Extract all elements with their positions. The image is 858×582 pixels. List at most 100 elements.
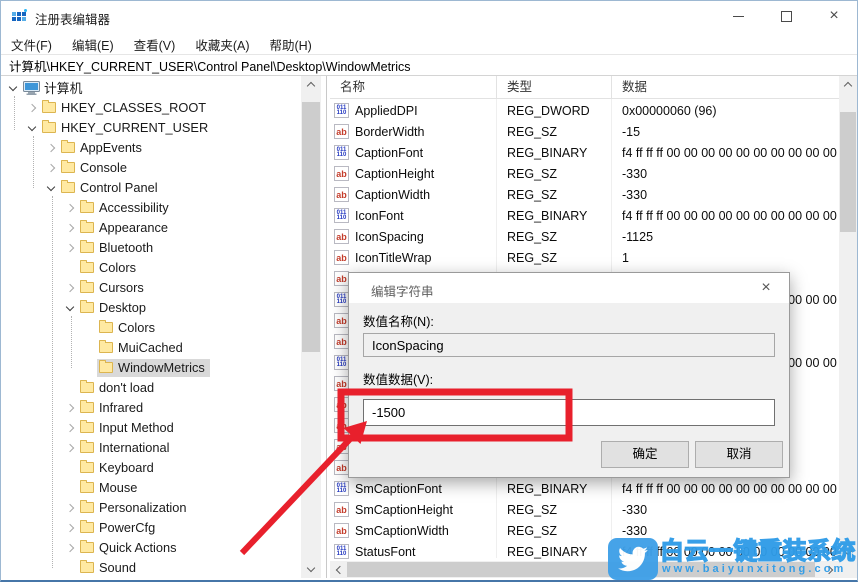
tree-node: HKEY_CLASSES_ROOT (40, 99, 211, 117)
menu-item-edit[interactable]: 编辑(E) (62, 31, 124, 54)
tree-item-input-method[interactable]: Input Method (1, 418, 301, 438)
tree-item-hkey-current-user[interactable]: HKEY_CURRENT_USER (1, 118, 301, 138)
menu-item-help[interactable]: 帮助(H) (259, 31, 321, 54)
chevron-down-icon[interactable] (45, 182, 57, 194)
minimize-button[interactable] (715, 1, 761, 31)
tree-indent (64, 262, 76, 274)
folder-icon (80, 302, 94, 313)
value-row-smcaptionfont[interactable]: 011 110SmCaptionFontREG_BINARYf4 ff ff f… (330, 478, 839, 499)
value-row-icontitlewrap[interactable]: abIconTitleWrapREG_SZ1 (330, 247, 839, 268)
chevron-right-icon[interactable] (64, 242, 76, 254)
column-header-data[interactable]: 数据 (612, 76, 839, 99)
chevron-right-icon[interactable] (64, 442, 76, 454)
chevron-right-icon[interactable] (64, 422, 76, 434)
tree-item-accessibility[interactable]: Accessibility (1, 198, 301, 218)
menu-item-file[interactable]: 文件(F) (1, 31, 62, 54)
tree-item-appearance[interactable]: Appearance (1, 218, 301, 238)
value-row-smcaptionheight[interactable]: abSmCaptionHeightREG_SZ-330 (330, 499, 839, 520)
tree-item-console[interactable]: Console (1, 158, 301, 178)
value-row-captionfont[interactable]: 011 110CaptionFontREG_BINARYf4 ff ff ff … (330, 142, 839, 163)
chevron-right-icon[interactable] (26, 102, 38, 114)
tree-item-muicached[interactable]: MuiCached (1, 338, 301, 358)
tree-item-label: Control Panel (80, 180, 158, 195)
registry-tree: 计算机HKEY_CLASSES_ROOTHKEY_CURRENT_USER App… (1, 76, 301, 578)
panel-splitter[interactable] (326, 76, 327, 578)
tree-item-keyboard[interactable]: Keyboard (1, 458, 301, 478)
dialog-close-button[interactable]: × (751, 276, 781, 300)
string-value-icon: ab (334, 439, 349, 454)
scroll-down-button[interactable] (301, 561, 321, 578)
scroll-thumb[interactable] (840, 112, 856, 232)
menu-item-favorites[interactable]: 收藏夹(A) (185, 31, 259, 54)
close-button[interactable]: × (811, 1, 857, 31)
string-value-icon: ab (334, 271, 349, 286)
folder-icon (99, 322, 113, 333)
scroll-up-button[interactable] (839, 76, 857, 93)
maximize-button[interactable] (763, 1, 809, 31)
tree-item-powercfg[interactable]: PowerCfg (1, 518, 301, 538)
chevron-right-icon[interactable] (64, 522, 76, 534)
tree-item-dont-load[interactable]: don't load (1, 378, 301, 398)
value-name: CaptionWidth (355, 188, 497, 202)
tree-item-bluetooth[interactable]: Bluetooth (1, 238, 301, 258)
tree-item-appevents[interactable]: AppEvents (1, 138, 301, 158)
tree-item-computer[interactable]: 计算机 (1, 78, 301, 98)
value-row-captionheight[interactable]: abCaptionHeightREG_SZ-330 (330, 163, 839, 184)
tree-item-desktop[interactable]: Desktop (1, 298, 301, 318)
tree-item-infrared[interactable]: Infrared (1, 398, 301, 418)
value-row-captionwidth[interactable]: abCaptionWidthREG_SZ-330 (330, 184, 839, 205)
tree-item-mouse[interactable]: Mouse (1, 478, 301, 498)
chevron-right-icon[interactable] (64, 502, 76, 514)
folder-icon (80, 522, 94, 533)
tree-node: Mouse (78, 479, 142, 497)
value-name: SmCaptionHeight (355, 503, 497, 517)
tree-item-colors[interactable]: Colors (1, 258, 301, 278)
value-type: REG_SZ (497, 188, 612, 202)
chevron-right-icon[interactable] (64, 282, 76, 294)
value-type: REG_SZ (497, 251, 612, 265)
chevron-right-icon[interactable] (64, 402, 76, 414)
chevron-right-icon[interactable] (64, 542, 76, 554)
value-row-applieddpi[interactable]: 011 110AppliedDPIREG_DWORD0x00000060 (96… (330, 100, 839, 121)
value-data-field[interactable] (363, 399, 775, 426)
tree-item-international[interactable]: International (1, 438, 301, 458)
scroll-left-button[interactable] (330, 561, 347, 578)
value-row-borderwidth[interactable]: abBorderWidthREG_SZ-15 (330, 121, 839, 142)
cancel-button[interactable]: 取消 (695, 441, 783, 468)
tree-scrollbar[interactable] (301, 76, 321, 578)
tree-node: AppEvents (59, 139, 147, 157)
tree-item-label: Keyboard (99, 460, 154, 475)
chevron-down-icon[interactable] (26, 122, 38, 134)
tree-item-label: AppEvents (80, 140, 142, 155)
chevron-down-icon[interactable] (7, 82, 19, 94)
chevron-down-icon[interactable] (64, 302, 76, 314)
scroll-up-button[interactable] (301, 76, 321, 93)
tree-item-desktop-colors[interactable]: Colors (1, 318, 301, 338)
value-name: SmCaptionWidth (355, 524, 497, 538)
tree-node: Accessibility (78, 199, 174, 217)
chevron-right-icon[interactable] (45, 162, 57, 174)
chevron-right-icon[interactable] (64, 202, 76, 214)
chevron-right-icon[interactable] (45, 142, 57, 154)
list-vertical-scrollbar[interactable] (839, 76, 857, 561)
value-row-iconspacing[interactable]: abIconSpacingREG_SZ-1125 (330, 226, 839, 247)
tree-item-cursors[interactable]: Cursors (1, 278, 301, 298)
tree-item-hkey-classes-root[interactable]: HKEY_CLASSES_ROOT (1, 98, 301, 118)
scroll-thumb[interactable] (302, 102, 320, 352)
tree-item-windowmetrics[interactable]: WindowMetrics (1, 358, 301, 378)
menu-item-view[interactable]: 查看(V) (124, 31, 186, 54)
tree-item-personalization[interactable]: Personalization (1, 498, 301, 518)
chevron-up-icon (844, 82, 852, 90)
value-name-field[interactable] (363, 333, 775, 357)
window-title: 注册表编辑器 (35, 9, 110, 28)
tree-item-sound[interactable]: Sound (1, 558, 301, 578)
value-row-iconfont[interactable]: 011 110IconFontREG_BINARYf4 ff ff ff 00 … (330, 205, 839, 226)
chevron-right-icon[interactable] (64, 222, 76, 234)
tree-item-quick-actions[interactable]: Quick Actions (1, 538, 301, 558)
column-header-type[interactable]: 类型 (497, 76, 612, 99)
tree-item-control-panel[interactable]: Control Panel (1, 178, 301, 198)
column-header-name[interactable]: 名称 (330, 76, 497, 99)
ok-button[interactable]: 确定 (601, 441, 689, 468)
tree-item-label: Colors (118, 320, 155, 335)
address-input[interactable] (1, 55, 857, 75)
